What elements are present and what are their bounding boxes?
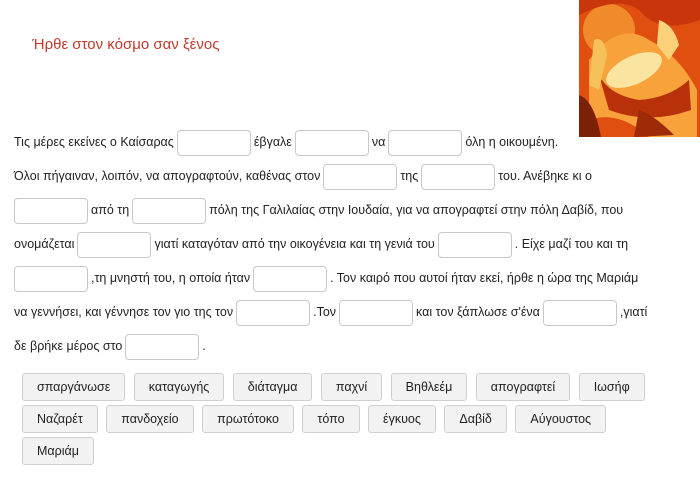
word-chip[interactable]: διάταγμα [232,373,313,401]
text-fragment: έβγαλε [253,135,292,149]
text-fragment: ονομάζεται [14,237,75,251]
word-chip[interactable]: Δαβίδ [444,405,507,433]
text-line-6: να γεννήσει, και γέννησε τον γιο της τον… [14,298,647,326]
text-fragment: να [371,135,386,149]
word-chip[interactable]: έγκυος [368,405,436,433]
text-fragment: . Τον καιρό που αυτοί ήταν εκεί, ήρθε η … [330,271,639,285]
blank-slot-10[interactable] [14,265,88,292]
blank-slot-2[interactable] [294,129,369,156]
text-fragment: πόλη της Γαλιλαίας στην Ιουδαία, για να … [209,203,624,217]
blank-slot-9[interactable] [437,231,512,258]
text-line-1: Τις μέρες εκείνες ο Καίσαρας έβγαλε να όλη … [14,128,558,156]
exercise-title: Ήρθε στον κόσμο σαν ξένος [32,36,220,53]
word-chip[interactable]: καταγωγής [133,373,225,401]
blank-slot-5[interactable] [421,163,496,190]
blank-slot-11[interactable] [253,265,328,292]
text-fragment: . Είχε μαζί του και τη [514,237,629,251]
blank-slot-14[interactable] [542,299,617,326]
word-bank: σπαργάνωσε καταγωγής διάταγμα παχνί Βηθλ… [22,373,682,469]
blank-slot-12[interactable] [236,299,311,326]
word-chip[interactable]: Μαριάμ [22,437,94,465]
blank-slot-7[interactable] [132,197,207,224]
text-fragment: και τον ξάπλωσε σ'ένα [416,305,540,319]
text-fragment: ,γιατί [619,305,648,319]
blank-slot-13[interactable] [339,299,414,326]
blank-slot-8[interactable] [77,231,152,258]
word-chip[interactable]: τόπο [302,405,360,433]
text-line-4: ονομάζεται γιατί καταγόταν από την οικογέ… [14,230,628,258]
text-fragment: από τη [91,203,130,217]
text-line-3: από τη πόλη της Γαλιλαίας στην Ιουδαία, γ… [14,196,623,224]
word-chip[interactable]: σπαργάνωσε [22,373,126,401]
blank-slot-1[interactable] [176,129,251,156]
text-fragment: ,τη μνηστή του, η οποία ήταν [91,271,251,285]
word-chip[interactable]: πρωτότοκο [202,405,294,433]
text-fragment: .Τον [313,305,337,319]
text-fragment: Όλοι πήγαιναν, λοιπόν, να απογραφτούν, κ… [14,169,321,183]
text-fragment: . [202,339,206,353]
blank-slot-3[interactable] [388,129,463,156]
word-chip[interactable]: Ναζαρέτ [22,405,98,433]
blank-slot-4[interactable] [323,163,398,190]
nativity-painting-icon [579,0,700,138]
word-chip[interactable]: απογραφτεί [475,373,571,401]
text-fragment: του. Ανέβηκε κι ο [498,169,592,183]
blank-slot-6[interactable] [14,197,88,224]
text-fragment: δε βρήκε μέρος στο [14,339,123,353]
word-chip[interactable]: Βηθλεέμ [390,373,468,401]
word-chip[interactable]: πανδοχείο [106,405,194,433]
text-fragment: της [400,169,419,183]
text-fragment: όλη η οικουμένη. [465,135,559,149]
text-fragment: γιατί καταγόταν από την οικογένεια και τ… [154,237,435,251]
text-line-2: Όλοι πήγαιναν, λοιπόν, να απογραφτούν, κ… [14,162,592,190]
text-line-5: ,τη μνηστή του, η οποία ήταν . Τον καιρό … [14,264,638,292]
text-line-7: δε βρήκε μέρος στο. [14,332,206,360]
text-fragment: να γεννήσει, και γέννησε τον γιο της τον [14,305,234,319]
word-chip[interactable]: Αύγουστος [515,405,607,433]
word-chip[interactable]: Ιωσήφ [578,373,645,401]
word-chip[interactable]: παχνί [320,373,383,401]
text-fragment: Τις μέρες εκείνες ο Καίσαρας [14,135,174,149]
blank-slot-15[interactable] [125,333,200,360]
